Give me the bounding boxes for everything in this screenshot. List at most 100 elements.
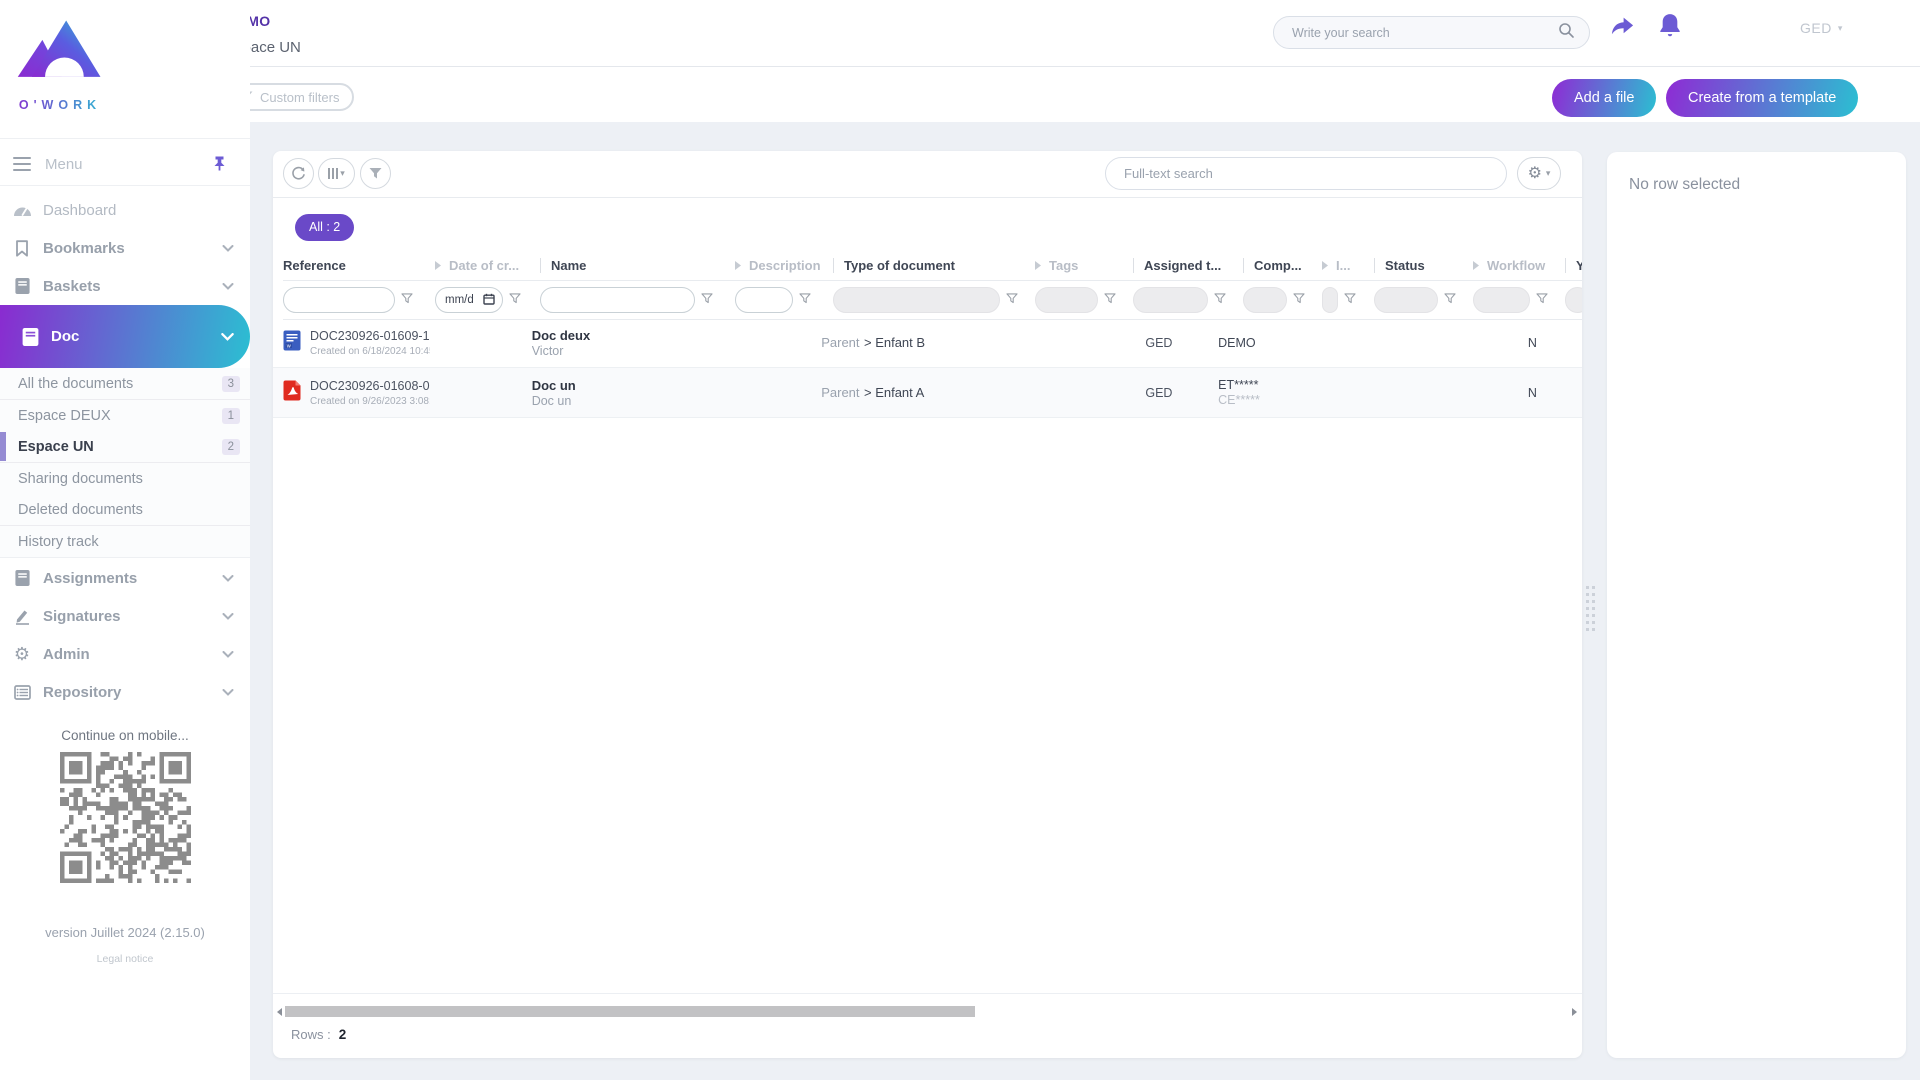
- column-header-name[interactable]: Name: [540, 250, 735, 280]
- sort-arrow-icon[interactable]: [735, 260, 741, 270]
- filter-scope-badge[interactable]: All : 2: [295, 214, 355, 241]
- share-icon[interactable]: [1608, 13, 1637, 45]
- sidebar-item-label: Signatures: [43, 607, 121, 625]
- sidebar-subitem-espace-deux[interactable]: Espace DEUX 1: [0, 400, 250, 431]
- chevron-down-icon: ▾: [340, 168, 345, 178]
- funnel-icon[interactable]: [1214, 291, 1226, 309]
- column-header-type[interactable]: Type of document: [833, 250, 1035, 280]
- filter-date-input-date[interactable]: mm/d: [435, 287, 503, 313]
- book-icon: [12, 569, 32, 587]
- notifications-bell-icon[interactable]: [1657, 12, 1683, 45]
- sidebar-item-dashboard[interactable]: Dashboard: [0, 191, 250, 229]
- filter-select-company[interactable]: [1243, 287, 1287, 313]
- sidebar-item-bookmarks[interactable]: Bookmarks: [0, 229, 250, 267]
- sidebar-item-signatures[interactable]: Signatures: [0, 597, 250, 635]
- sidebar-item-doc[interactable]: Doc: [0, 305, 250, 368]
- sidebar-subitem-label: Sharing documents: [18, 470, 143, 487]
- column-header-description[interactable]: Description: [735, 250, 833, 280]
- column-header-reference[interactable]: Reference: [283, 250, 435, 280]
- sidebar-subitem-history-track[interactable]: History track: [0, 526, 250, 557]
- sidebar-subitem-deleted-documents[interactable]: Deleted documents: [0, 494, 250, 525]
- add-file-label: Add a file: [1574, 90, 1635, 106]
- fulltext-search-input[interactable]: Full-text search: [1105, 157, 1507, 190]
- table-row[interactable]: w DOC230926-01609-1 Created on 6/18/2024 1…: [273, 318, 1582, 368]
- gear-icon: ⚙: [13, 644, 31, 664]
- sidebar-item-doc-label: Doc: [51, 328, 80, 345]
- scroll-right-arrow[interactable]: [1572, 1007, 1577, 1016]
- column-header-y[interactable]: Y...: [1565, 250, 1582, 280]
- sort-arrow-icon[interactable]: [435, 260, 441, 270]
- create-from-template-button[interactable]: Create from a template: [1666, 79, 1859, 117]
- filter-cell-date: mm/d: [435, 281, 540, 319]
- filter-select-y[interactable]: [1565, 287, 1582, 313]
- menu-toggle[interactable]: Menu: [0, 146, 250, 182]
- columns-button[interactable]: ▾: [318, 158, 355, 189]
- table-settings-button[interactable]: ⚙ ▾: [1517, 157, 1561, 190]
- sidebar-subitem-sharing-documents[interactable]: Sharing documents: [0, 463, 250, 494]
- filter-select-type[interactable]: [833, 287, 1000, 313]
- filter-select-tags[interactable]: [1035, 287, 1098, 313]
- filter-select-workflow[interactable]: [1473, 287, 1530, 313]
- sort-arrow-icon[interactable]: [1473, 260, 1479, 270]
- book-icon: [12, 277, 32, 295]
- funnel-icon[interactable]: [701, 291, 713, 309]
- clipped-cell-text: N: [1527, 385, 1537, 400]
- column-header-status[interactable]: Status: [1374, 250, 1473, 280]
- sidebar-subitem-espace-un[interactable]: Espace UN 2: [0, 431, 250, 462]
- search-icon[interactable]: [1558, 22, 1575, 44]
- sidebar-subitem-all-the-documents[interactable]: All the documents 3: [0, 368, 250, 399]
- cell-type: Parent > Enfant B: [815, 334, 1011, 352]
- filter-select-status[interactable]: [1374, 287, 1438, 313]
- filter-cell-y: [1565, 281, 1582, 319]
- funnel-icon[interactable]: [1536, 291, 1548, 309]
- scroll-left-arrow[interactable]: [277, 1007, 282, 1016]
- sidebar-item-baskets[interactable]: Baskets: [0, 267, 250, 305]
- funnel-icon[interactable]: [509, 291, 521, 309]
- add-file-button[interactable]: Add a file: [1552, 79, 1657, 117]
- horizontal-scrollbar[interactable]: [277, 1005, 1577, 1018]
- funnel-icon[interactable]: [1104, 291, 1116, 309]
- panel-resize-handle[interactable]: [1586, 586, 1595, 631]
- funnel-icon[interactable]: [799, 291, 811, 309]
- column-header-tags[interactable]: Tags: [1035, 250, 1133, 280]
- column-divider: [1374, 257, 1375, 273]
- column-header-i[interactable]: I...: [1322, 250, 1374, 280]
- scrollbar-thumb[interactable]: [285, 1006, 975, 1017]
- sort-arrow-icon[interactable]: [1322, 260, 1328, 270]
- pin-icon[interactable]: [211, 155, 228, 177]
- column-header-workflow[interactable]: Workflow: [1473, 250, 1565, 280]
- funnel-icon[interactable]: [1444, 291, 1456, 309]
- sidebar-item-assignments[interactable]: Assignments: [0, 559, 250, 597]
- filter-select-i[interactable]: [1322, 287, 1338, 313]
- column-header-date[interactable]: Date of cr...: [435, 250, 540, 280]
- filter-select-assigned[interactable]: [1133, 287, 1208, 313]
- column-label: Comp...: [1254, 257, 1302, 273]
- sidebar-item-admin[interactable]: ⚙ Admin: [0, 635, 250, 673]
- calendar-icon[interactable]: [483, 293, 495, 308]
- funnel-icon[interactable]: [1344, 291, 1356, 309]
- cell-company: DEMO: [1212, 336, 1289, 350]
- funnel-icon[interactable]: [401, 291, 413, 309]
- global-search[interactable]: Write your search: [1273, 16, 1590, 49]
- column-header-company[interactable]: Comp...: [1243, 250, 1322, 280]
- filter-input-reference[interactable]: [283, 287, 395, 313]
- funnel-icon[interactable]: [1006, 291, 1018, 309]
- sort-arrow-icon[interactable]: [1035, 260, 1041, 270]
- column-header-assigned[interactable]: Assigned t...: [1133, 250, 1243, 280]
- legal-notice-link[interactable]: Legal notice: [0, 953, 250, 965]
- filter-input-description[interactable]: [735, 287, 793, 313]
- type-child: > Enfant A: [863, 384, 925, 400]
- filter-input-name[interactable]: [540, 287, 695, 313]
- sidebar-item-repository[interactable]: Repository: [0, 673, 250, 711]
- menu-label: Menu: [45, 155, 83, 173]
- user-menu[interactable]: GED ▾: [1800, 20, 1843, 36]
- filter-cell-name: [540, 281, 735, 319]
- doc-pdf-icon: [283, 380, 301, 406]
- chevron-down-icon: [222, 683, 234, 701]
- sidebar-item-label: Admin: [43, 645, 90, 663]
- filter-button[interactable]: [360, 158, 391, 189]
- table-row[interactable]: DOC230926-01608-0 Created on 9/26/2023 3:…: [273, 368, 1582, 418]
- chevron-down-icon: [222, 645, 234, 663]
- funnel-icon[interactable]: [1293, 291, 1305, 309]
- refresh-button[interactable]: [283, 158, 314, 189]
